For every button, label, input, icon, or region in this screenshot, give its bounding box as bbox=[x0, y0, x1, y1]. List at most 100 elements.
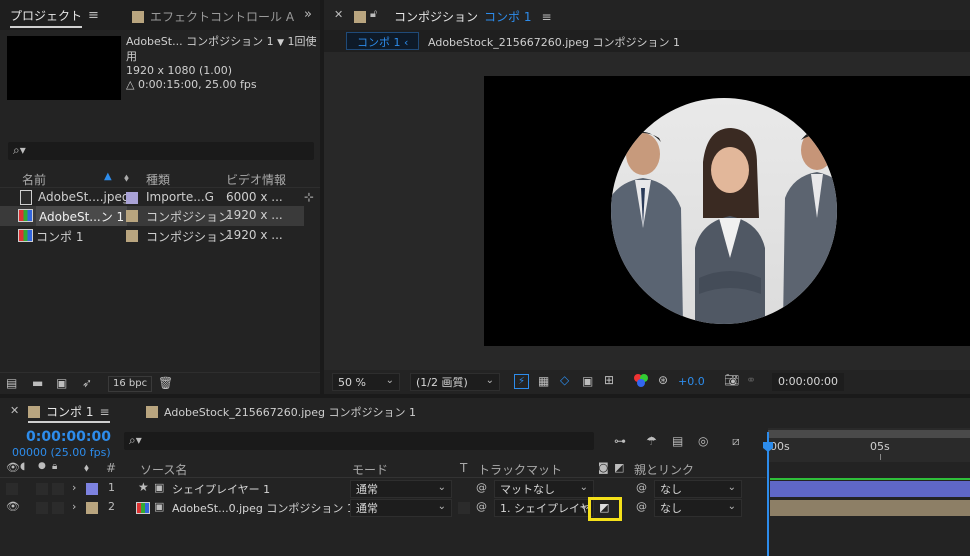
breadcrumb-active[interactable]: コンポ 1 ‹ bbox=[346, 32, 420, 50]
composition-icon bbox=[136, 502, 150, 514]
eye-icon[interactable]: 👁︎ bbox=[6, 461, 20, 474]
mask-path-icon[interactable]: ◇ bbox=[560, 373, 569, 387]
hamburger-icon[interactable]: ≡ bbox=[88, 8, 99, 23]
solo-icon[interactable]: ● bbox=[38, 461, 46, 471]
label-swatch[interactable] bbox=[126, 192, 138, 204]
lock-toggle[interactable] bbox=[52, 502, 64, 514]
comp-canvas[interactable] bbox=[484, 76, 970, 346]
lock-toggle[interactable] bbox=[52, 483, 64, 495]
col-parent-link[interactable]: 親とリンク bbox=[634, 461, 694, 478]
resolution-select[interactable]: (1/2 画質) ⌄ bbox=[410, 373, 500, 391]
list-item[interactable]: コンポ 1 コンポジション 1920 x ... bbox=[0, 226, 304, 246]
label-swatch[interactable] bbox=[126, 210, 138, 222]
layer-mode-select[interactable]: 通常 ⌄ bbox=[350, 499, 452, 517]
show-snapshot-icon[interactable]: ⚭ bbox=[746, 373, 756, 387]
comp-flowchart-icon[interactable]: ⊶ bbox=[614, 434, 626, 448]
parent-select[interactable]: なし ⌄ bbox=[654, 499, 742, 517]
layer-name[interactable]: AdobeSt...0.jpeg コンポジション 1 bbox=[172, 500, 354, 516]
label-tag-icon[interactable]: ⬧ bbox=[124, 171, 129, 185]
list-item[interactable]: AdobeSt....jpeg Importe...G 6000 x ... bbox=[0, 188, 304, 208]
preserve-transparency-toggle[interactable] bbox=[458, 502, 470, 514]
motion-blur-icon[interactable]: ◎ bbox=[698, 434, 708, 448]
draft-3d-icon[interactable]: ☂ bbox=[646, 434, 657, 448]
label-tag-icon[interactable]: ⬧ bbox=[84, 461, 89, 475]
zoom-select[interactable]: 50 % ⌄ bbox=[332, 373, 400, 391]
tab-project[interactable]: プロジェクト bbox=[10, 7, 83, 28]
transparency-grid-icon[interactable]: ▦ bbox=[538, 374, 549, 388]
sort-asc-icon[interactable]: ▲ bbox=[104, 171, 112, 182]
render-rocket-icon[interactable]: ➶ bbox=[82, 376, 92, 390]
comp-swatch-icon bbox=[354, 10, 366, 23]
comp-viewer[interactable] bbox=[324, 52, 970, 370]
bit-depth-button[interactable]: 16 bpc bbox=[108, 376, 153, 392]
preserve-transparency-icon[interactable]: @ bbox=[476, 481, 487, 494]
close-icon[interactable]: ✕ bbox=[334, 8, 343, 21]
new-folder-icon[interactable]: ▬ bbox=[32, 376, 43, 390]
tab-effect-controls[interactable]: エフェクトコントロール A bbox=[132, 8, 294, 25]
project-panel: プロジェクト ≡ エフェクトコントロール A » AdobeSt... コンポジ… bbox=[0, 0, 320, 394]
time-ruler[interactable]: 00s 05s bbox=[768, 428, 970, 462]
viewer-timecode[interactable]: 0:00:00:00 bbox=[772, 373, 844, 391]
interpret-footage-icon[interactable]: ▤ bbox=[6, 376, 17, 390]
tab-composition[interactable]: コンポジション コンポ 1 ≡ bbox=[354, 8, 552, 25]
preserve-transparency-icon[interactable]: @ bbox=[476, 500, 487, 513]
chevron-down-icon: ⌄ bbox=[727, 482, 736, 493]
layer-bar[interactable] bbox=[770, 481, 970, 497]
timeline-tabbar: ✕ コンポ 1 ≡ AdobeStock_215667260.jpeg コンポジ… bbox=[0, 398, 970, 424]
pickwhip-icon[interactable]: @ bbox=[636, 481, 647, 494]
pickwhip-icon[interactable]: @ bbox=[636, 500, 647, 513]
expand-chevron-icon[interactable]: › bbox=[72, 500, 76, 513]
new-composition-icon[interactable]: ▣ bbox=[56, 376, 67, 390]
col-mode[interactable]: モード bbox=[352, 461, 388, 478]
layer-row[interactable]: › 1 ★ ▣ シェイプレイヤー 1 通常 ⌄ @ マットなし ⌄ @ なし ⌄ bbox=[0, 480, 766, 498]
col-track-matte[interactable]: トラックマット bbox=[478, 461, 562, 478]
layer-mode-select[interactable]: 通常 ⌄ bbox=[350, 480, 452, 498]
reset-exposure-icon[interactable]: ⊛ bbox=[658, 373, 668, 387]
close-icon[interactable]: ✕ bbox=[10, 404, 19, 417]
hamburger-icon[interactable]: ≡ bbox=[541, 10, 551, 24]
grid-guides-icon[interactable]: ⊞ bbox=[604, 373, 614, 387]
lock-icon[interactable]: 🔒︎ bbox=[52, 461, 57, 472]
expand-chevron-icon[interactable]: › bbox=[72, 481, 76, 494]
parent-select[interactable]: なし ⌄ bbox=[654, 480, 742, 498]
layer-name[interactable]: シェイプレイヤー 1 bbox=[172, 481, 270, 497]
list-item[interactable]: AdobeSt...ン 1 コンポジション 1920 x ... bbox=[0, 206, 304, 226]
solo-toggle[interactable] bbox=[36, 502, 48, 514]
rgb-channels-icon[interactable] bbox=[634, 374, 648, 388]
chevron-down-icon[interactable]: ▼ bbox=[277, 38, 284, 48]
snapshot-camera-icon[interactable]: 📷︎ bbox=[724, 373, 739, 387]
hamburger-icon[interactable]: ≡ bbox=[99, 405, 109, 419]
col-source-name[interactable]: ソース名 bbox=[140, 461, 187, 478]
work-area-bar[interactable] bbox=[768, 430, 970, 438]
track-matte-select[interactable]: 1. シェイプレイヤ ⌄ bbox=[494, 499, 594, 517]
frame-blending-icon[interactable]: ▤ bbox=[672, 434, 683, 448]
graph-editor-icon[interactable]: ⧄ bbox=[732, 434, 740, 449]
double-chevron-right-icon[interactable]: » bbox=[304, 7, 312, 22]
track-matte-select[interactable]: マットなし ⌄ bbox=[494, 480, 594, 498]
col-type[interactable]: 種類 bbox=[146, 171, 170, 188]
col-name[interactable]: 名前 bbox=[22, 171, 46, 188]
audio-icon[interactable]: ◖ bbox=[20, 461, 25, 472]
breadcrumb-next[interactable]: AdobeStock_215667260.jpeg コンポジション 1 bbox=[428, 34, 680, 50]
col-video-info[interactable]: ビデオ情報 bbox=[226, 171, 286, 188]
layer-label-swatch[interactable] bbox=[86, 502, 98, 514]
timeline-timecode[interactable]: 0:00:00:00 bbox=[26, 429, 111, 445]
layer-row[interactable]: 👁︎ › 2 ▣ AdobeSt...0.jpeg コンポジション 1 通常 ⌄ … bbox=[0, 497, 766, 521]
visibility-toggle[interactable] bbox=[6, 483, 18, 495]
flowchart-icon[interactable]: ⊹ bbox=[304, 190, 314, 204]
tab-timeline-comp2[interactable]: AdobeStock_215667260.jpeg コンポジション 1 bbox=[146, 404, 416, 420]
layer-label-swatch[interactable] bbox=[86, 483, 98, 495]
trash-icon[interactable]: 🗑 bbox=[158, 376, 173, 390]
exposure-value[interactable]: +0.0 bbox=[678, 375, 705, 388]
tab-timeline-comp1[interactable]: コンポ 1 ≡ bbox=[28, 403, 110, 423]
fast-preview-icon[interactable]: ⚡ bbox=[514, 374, 529, 389]
timeline-search[interactable]: ⌕▾ bbox=[124, 432, 594, 450]
eye-icon[interactable]: 👁︎ bbox=[6, 500, 20, 513]
layer-bar[interactable] bbox=[770, 500, 970, 516]
label-swatch[interactable] bbox=[126, 230, 138, 242]
solo-toggle[interactable] bbox=[36, 483, 48, 495]
project-search[interactable]: ⌕▾ bbox=[8, 142, 314, 160]
matte-alpha-toggle[interactable]: ◩ bbox=[588, 497, 622, 521]
region-of-interest-icon[interactable]: ▣ bbox=[582, 374, 593, 388]
chevron-down-icon: ⌄ bbox=[485, 375, 494, 386]
